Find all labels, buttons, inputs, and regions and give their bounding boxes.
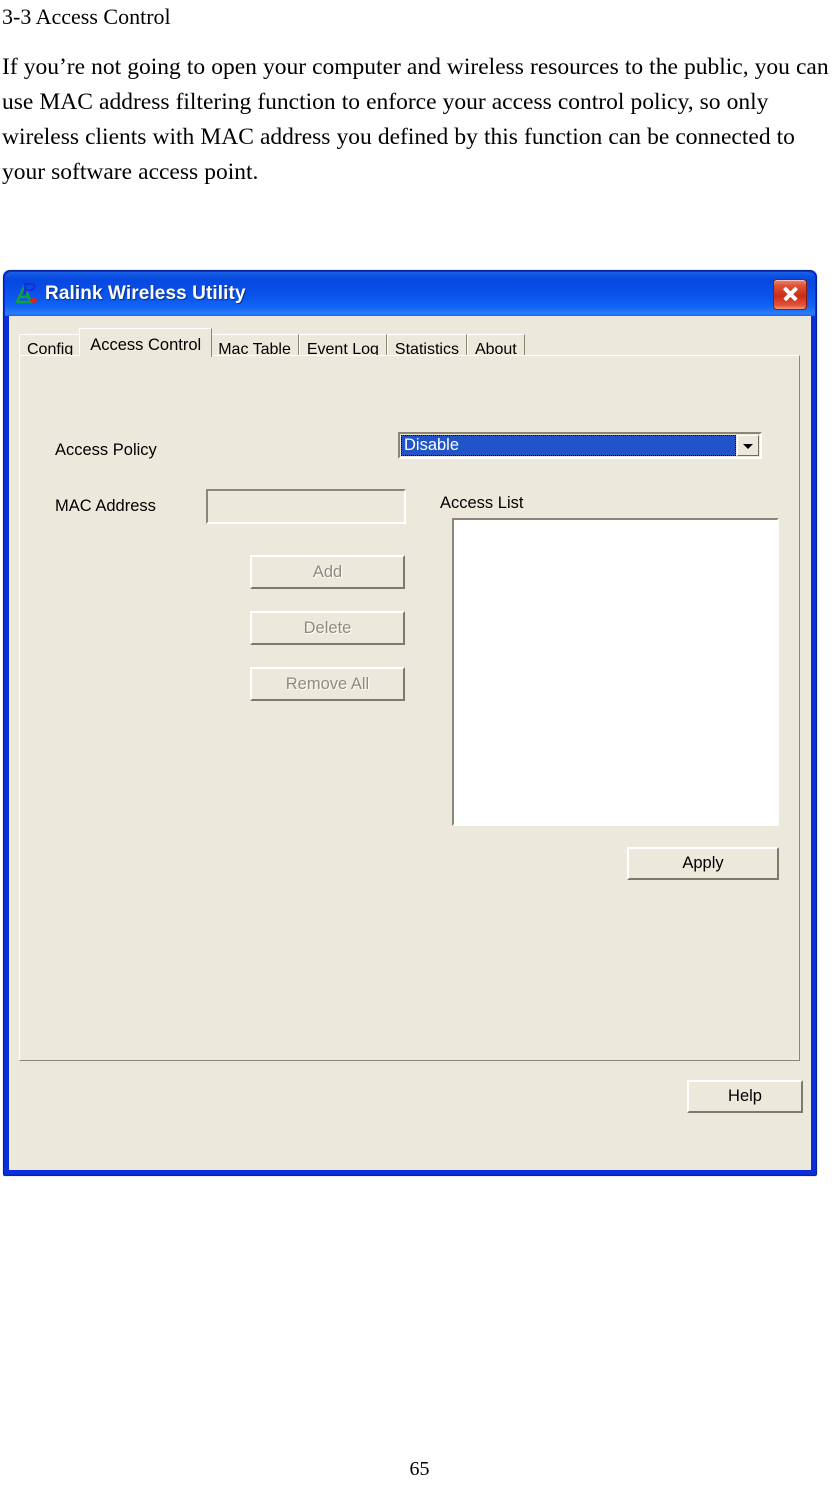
tab-event-log[interactable]: Event Log [298, 334, 387, 358]
ralink-logo-icon [13, 281, 39, 307]
access-policy-value: Disable [404, 436, 460, 454]
mac-address-label: MAC Address [55, 497, 156, 515]
chevron-down-icon[interactable] [737, 435, 759, 456]
access-list-listbox[interactable] [452, 518, 779, 826]
window-titlebar: Ralink Wireless Utility [5, 272, 815, 316]
apply-button[interactable]: Apply [627, 847, 779, 880]
page-number: 65 [409, 1458, 430, 1480]
body-paragraph: If you’re not going to open your compute… [2, 54, 829, 185]
window-client-area: Config Access Control Mac Table Event Lo… [9, 316, 811, 1170]
window-bottom-bar: Help [9, 1061, 811, 1170]
access-policy-selected-value-area[interactable]: Disable [401, 435, 736, 456]
tab-strip: Config Access Control Mac Table Event Lo… [19, 327, 525, 358]
access-control-panel: Access Policy Disable MAC Address Add De… [19, 355, 800, 1061]
access-policy-label: Access Policy [55, 441, 157, 459]
tab-about[interactable]: About [466, 334, 525, 358]
tab-config[interactable]: Config [19, 334, 82, 358]
ralink-wireless-utility-window: Ralink Wireless Utility Config Access Co… [3, 270, 817, 1176]
tab-statistics[interactable]: Statistics [386, 334, 467, 358]
access-policy-dropdown[interactable]: Disable [398, 432, 762, 459]
close-icon[interactable] [773, 278, 807, 310]
remove-all-button[interactable]: Remove All [250, 667, 405, 701]
tab-mac-table[interactable]: Mac Table [210, 334, 299, 358]
mac-address-input[interactable] [206, 489, 406, 524]
window-title: Ralink Wireless Utility [45, 283, 246, 304]
tab-access-control[interactable]: Access Control [79, 328, 213, 357]
access-list-label: Access List [440, 494, 524, 512]
help-button[interactable]: Help [687, 1080, 803, 1113]
page-title: 3-3 Access Control [2, 4, 171, 29]
document-body: 3-3 Access Control If you’re not going t… [0, 0, 839, 190]
add-button[interactable]: Add [250, 555, 405, 589]
delete-button[interactable]: Delete [250, 611, 405, 645]
